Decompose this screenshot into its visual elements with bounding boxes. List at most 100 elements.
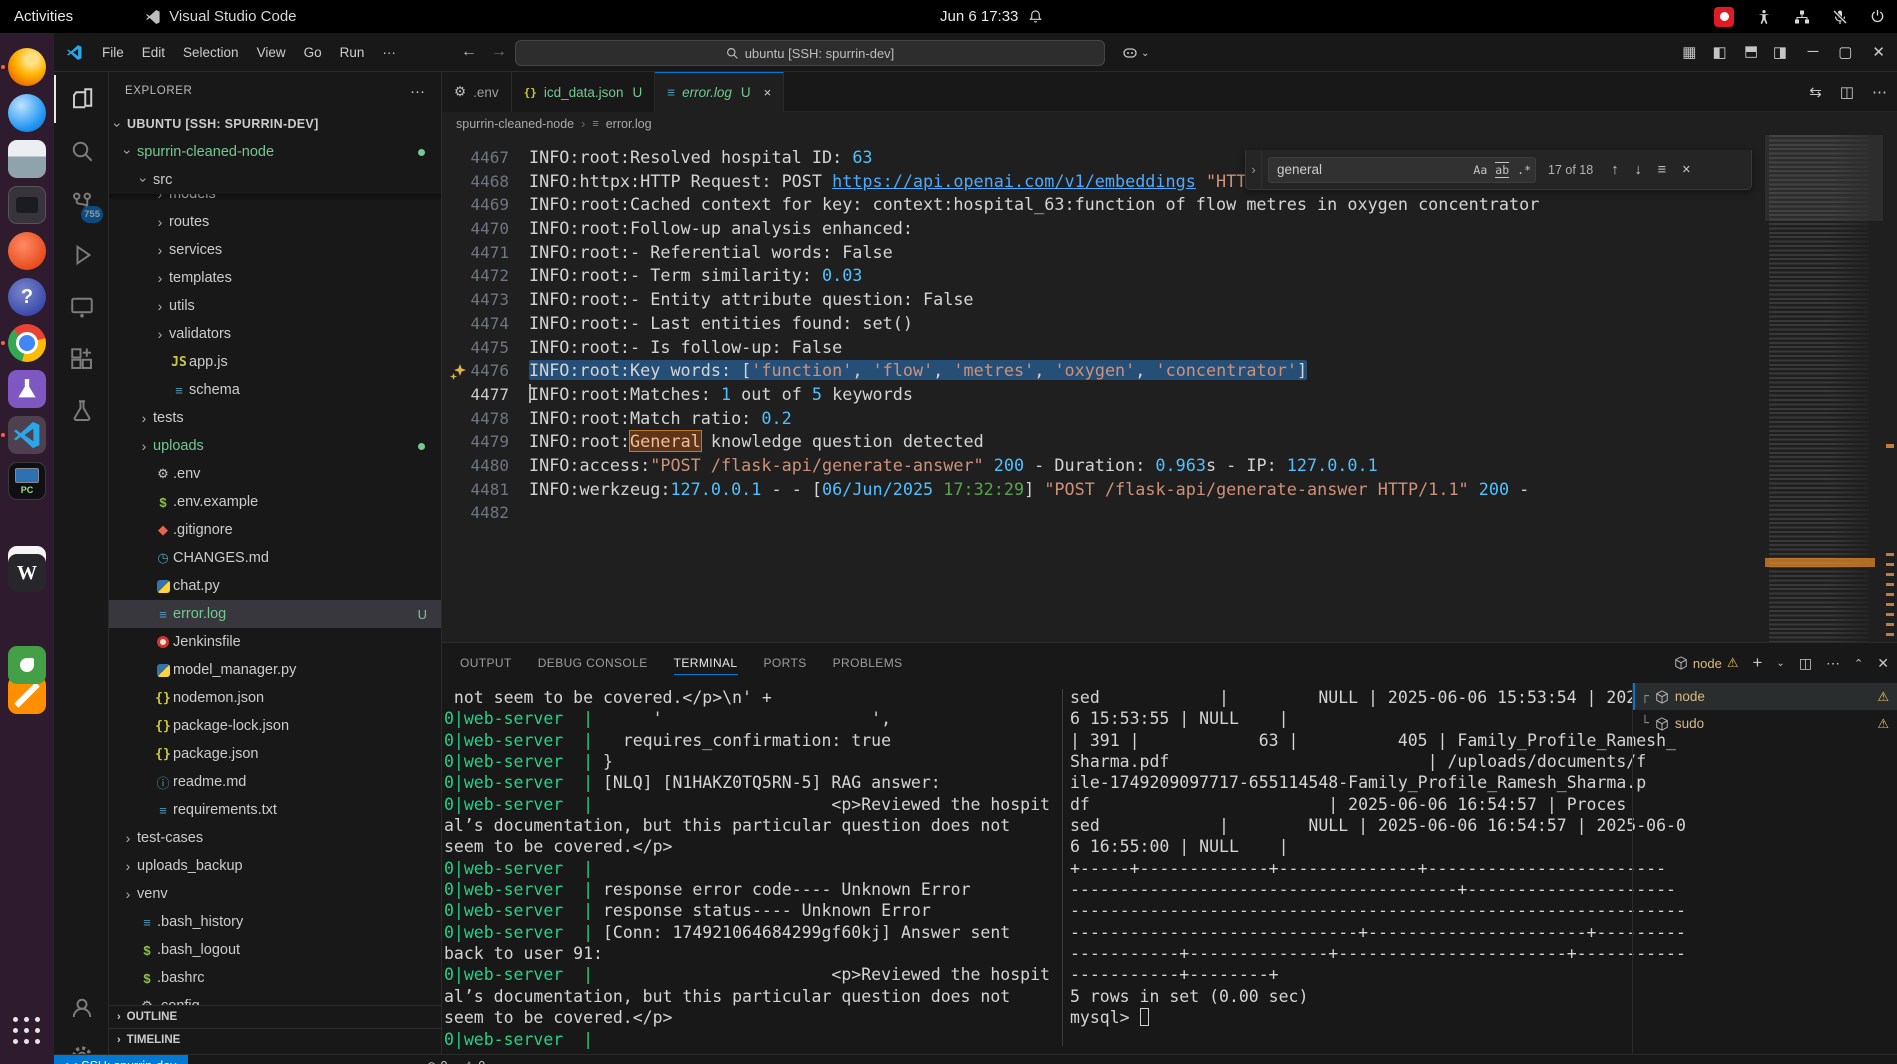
outline-section[interactable]: › OUTLINE	[109, 1005, 441, 1028]
toggle-panel-icon[interactable]: ◨	[1741, 45, 1759, 59]
toggle-sidebar-icon[interactable]: ◧	[1712, 43, 1726, 61]
tab--env[interactable]: ⚙.env	[442, 72, 512, 112]
firefox-dock-icon[interactable]	[8, 48, 46, 86]
vscode-dock-icon[interactable]	[8, 416, 46, 454]
tree-folder-validators[interactable]: ›validators	[109, 320, 441, 348]
editor-pane[interactable]: 4467INFO:root:Resolved hospital ID: 6344…	[442, 135, 1897, 642]
tree-file--env-example[interactable]: $.env.example	[109, 488, 441, 516]
find-next-icon[interactable]: ↓	[1626, 162, 1649, 178]
notion-dock-icon[interactable]: W	[8, 554, 46, 592]
tree-folder-templates[interactable]: ›templates	[109, 264, 441, 292]
tree-folder-src[interactable]: ›src	[109, 166, 441, 194]
command-center[interactable]: ubuntu [SSH: spurrin-dev]	[515, 40, 1105, 66]
new-terminal-button[interactable]: +	[1752, 653, 1762, 673]
remote-indicator[interactable]: >< SSH: spurrin-dev	[54, 1055, 188, 1064]
terminal-pane-node[interactable]: not seem to be covered.</p>\n' +0|web-se…	[444, 687, 1060, 1050]
clock-menu[interactable]: Jun 6 17:33	[940, 8, 1043, 25]
breadcrumb-folder[interactable]: spurrin-cleaned-node	[456, 117, 574, 131]
compare-changes-icon[interactable]: ⇆	[1809, 83, 1822, 101]
tree-file-package-json[interactable]: {}package.json	[109, 740, 441, 768]
menu-moremoremore[interactable]: ···	[373, 39, 405, 65]
chrome-dock-icon[interactable]	[8, 324, 46, 362]
tree-folder-services[interactable]: ›services	[109, 236, 441, 264]
software-store-dock-icon[interactable]	[8, 232, 46, 270]
breadcrumb-file[interactable]: error.log	[606, 117, 652, 131]
activity-run-debug[interactable]	[54, 231, 109, 279]
explorer-more-actions[interactable]: ···	[410, 83, 425, 100]
menu-view[interactable]: View	[248, 39, 295, 65]
editor-more-actions-icon[interactable]: ⋯	[1872, 83, 1887, 101]
panel-tab-debug-console[interactable]: DEBUG CONSOLE	[528, 643, 658, 683]
minimap[interactable]	[1765, 135, 1883, 642]
tab-error-log[interactable]: ≡error.logU×	[655, 72, 784, 112]
nav-back-button[interactable]: ←	[461, 43, 477, 61]
terminal-pane-sudo[interactable]: sed | NULL | 2025-06-06 15:53:54 | 2025-…	[1070, 687, 1686, 1050]
copilot-button[interactable]: ⌄	[1116, 40, 1155, 66]
maximize-panel-icon[interactable]: ⌃	[1854, 657, 1863, 670]
customize-layout-icon[interactable]: ▦	[1682, 43, 1696, 61]
test-tool-dock-icon[interactable]	[8, 370, 46, 408]
tree-section-workspace[interactable]: ›UBUNTU [SSH: SPURRIN-DEV]	[109, 110, 441, 138]
terminal-tab-node[interactable]: ┌node⚠	[1633, 683, 1897, 710]
activity-source-control[interactable]: 755	[54, 179, 109, 227]
pc-emulator-dock-icon[interactable]: PC	[8, 462, 46, 500]
overview-ruler[interactable]	[1883, 135, 1897, 642]
focused-app-indicator[interactable]: Visual Studio Code	[145, 8, 296, 25]
breadcrumb[interactable]: spurrin-cleaned-node › ≡ error.log	[442, 112, 1897, 135]
tree-file-requirements-txt[interactable]: ≡requirements.txt	[109, 796, 441, 824]
tab-icd-data-json[interactable]: {}icd_data.jsonU	[512, 72, 656, 112]
minimize-button[interactable]: ─	[1808, 43, 1819, 61]
tree-folder-uploads-backup[interactable]: ›uploads_backup	[109, 852, 441, 880]
find-previous-icon[interactable]: ↑	[1603, 162, 1626, 178]
whole-word-icon[interactable]: ab	[1491, 163, 1513, 177]
browser-dock-icon[interactable]	[8, 94, 46, 132]
tree-file-chat-py[interactable]: chat.py	[109, 572, 441, 600]
tree-file--bashrc[interactable]: $.bashrc	[109, 964, 441, 992]
tree-file-app-js[interactable]: JSapp.js	[109, 348, 441, 376]
minimap-slider[interactable]	[1765, 135, 1883, 221]
find-in-selection-icon[interactable]: ≡	[1650, 162, 1674, 178]
tree-file--bash-logout[interactable]: $.bash_logout	[109, 936, 441, 964]
split-editor-icon[interactable]: ◫	[1840, 83, 1854, 101]
panel-tab-ports[interactable]: PORTS	[754, 643, 817, 683]
activity-account[interactable]	[54, 984, 109, 1032]
find-close-icon[interactable]: ×	[1674, 162, 1698, 178]
timeline-section[interactable]: › TIMELINE	[109, 1028, 441, 1051]
tree-file-schema[interactable]: ≡schema	[109, 376, 441, 404]
tree-folder-spurrin-cleaned-node[interactable]: ›spurrin-cleaned-node	[109, 138, 441, 166]
tree-folder-routes[interactable]: ›routes	[109, 208, 441, 236]
regex-icon[interactable]: .*	[1513, 163, 1535, 177]
tree-file-readme-md[interactable]: ⓘreadme.md	[109, 768, 441, 796]
nav-forward-button[interactable]: →	[491, 43, 507, 61]
activities-button[interactable]: Activities	[0, 0, 87, 33]
tree-folder-models[interactable]: ›models	[109, 194, 441, 208]
activity-remote-explorer[interactable]	[54, 283, 109, 331]
tree-folder-utils[interactable]: ›utils	[109, 292, 441, 320]
terminal-app-dock-icon[interactable]	[8, 186, 46, 224]
activity-explorer[interactable]	[54, 75, 109, 123]
activity-search[interactable]	[54, 127, 109, 175]
tab-close-icon[interactable]: ×	[764, 85, 772, 100]
menu-run[interactable]: Run	[331, 39, 374, 65]
activity-extensions[interactable]	[54, 335, 109, 383]
tree-file--env[interactable]: ⚙.env	[109, 460, 441, 488]
toggle-secondary-sidebar-icon[interactable]: ◨	[1773, 43, 1787, 61]
menu-go[interactable]: Go	[295, 39, 331, 65]
tree-file--bash-history[interactable]: ≡.bash_history	[109, 908, 441, 936]
tree-folder-venv[interactable]: ›venv	[109, 880, 441, 908]
menu-file[interactable]: File	[93, 39, 133, 65]
panel-more-actions-icon[interactable]: ⋯	[1826, 655, 1840, 672]
find-input[interactable]	[1269, 162, 1469, 177]
active-terminal-label[interactable]: node ⚠	[1674, 655, 1739, 671]
tree-file-nodemon-json[interactable]: {}nodemon.json	[109, 684, 441, 712]
close-panel-icon[interactable]: ✕	[1877, 655, 1889, 672]
menu-edit[interactable]: Edit	[133, 39, 174, 65]
show-applications-button[interactable]	[8, 1011, 46, 1049]
find-expander-toggle[interactable]: ›	[1246, 150, 1262, 189]
help-dock-icon[interactable]: ?	[8, 278, 46, 316]
match-case-icon[interactable]: Aa	[1469, 163, 1491, 177]
terminal-dropdown-icon[interactable]: ⌄	[1776, 658, 1784, 669]
files-dock-icon[interactable]	[8, 140, 46, 178]
panel-tab-terminal[interactable]: TERMINAL	[664, 643, 748, 683]
menu-selection[interactable]: Selection	[174, 39, 248, 65]
